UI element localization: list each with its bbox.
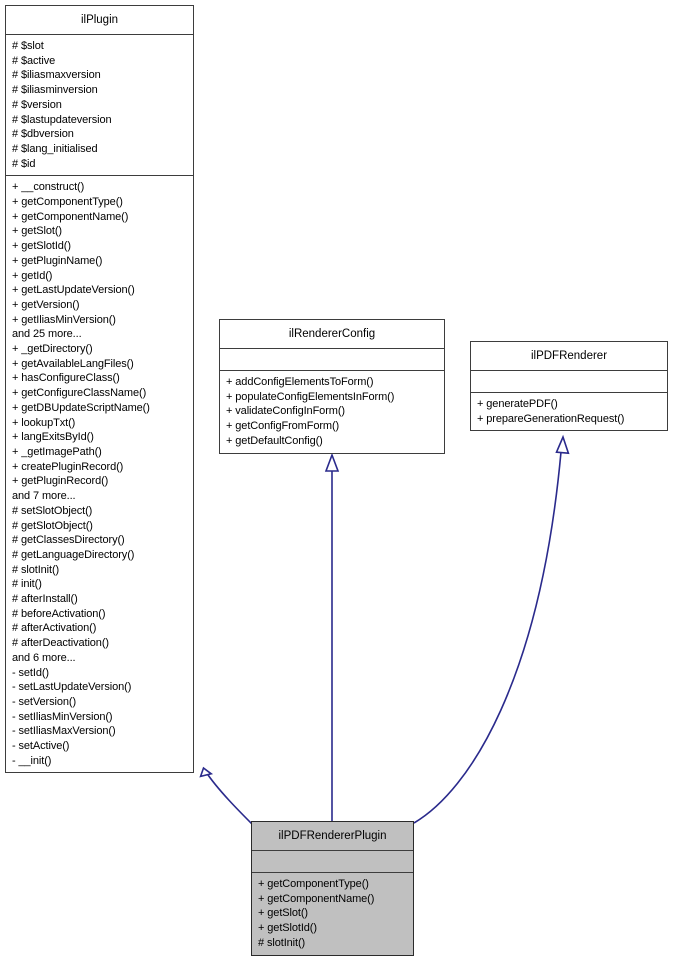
operation-row: + getDBUpdateScriptName() bbox=[12, 401, 150, 414]
operation-row: # slotInit() bbox=[12, 563, 60, 576]
attribute-row: # $iliasminversion bbox=[12, 84, 98, 97]
operation-row: - setVersion() bbox=[12, 695, 77, 708]
operation-row: + validateConfigInForm() bbox=[226, 405, 345, 418]
operations-compartment-ilplugin: + __construct() + getComponentType() + g… bbox=[6, 176, 193, 772]
operation-row: # setSlotObject() bbox=[12, 504, 93, 517]
operation-row: # getSlotObject() bbox=[12, 519, 93, 532]
edge-plugin-to-ilrendererconfig bbox=[324, 452, 340, 822]
more-operations-label: and 25 more... bbox=[12, 328, 82, 341]
operation-row: + getConfigureClassName() bbox=[12, 387, 147, 400]
operation-row: - setActive() bbox=[12, 740, 70, 753]
class-name-ilrendererconfig: ilRendererConfig bbox=[220, 320, 444, 349]
operation-row: + hasConfigureClass() bbox=[12, 372, 120, 385]
attributes-compartment-ilpdfrenderer bbox=[471, 371, 667, 393]
operation-row: # getLanguageDirectory() bbox=[12, 548, 135, 561]
operation-row: + getComponentName() bbox=[12, 210, 129, 223]
operations-compartment-ilpdfrendererplugin: + getComponentType() + getComponentName(… bbox=[252, 873, 413, 955]
attribute-row: # $lastupdateversion bbox=[12, 113, 112, 126]
attribute-row: # $id bbox=[12, 157, 36, 170]
operation-row: + getDefaultConfig() bbox=[226, 434, 323, 447]
operation-row: + lookupTxt() bbox=[12, 416, 76, 429]
operation-row: # afterActivation() bbox=[12, 622, 97, 635]
class-name-ilplugin: ilPlugin bbox=[6, 6, 193, 35]
more-operations-label: and 6 more... bbox=[12, 651, 76, 664]
operations-compartment-ilrendererconfig: + addConfigElementsToForm() + populateCo… bbox=[220, 371, 444, 453]
operation-row: + addConfigElementsToForm() bbox=[226, 376, 374, 388]
operation-row: - setLastUpdateVersion() bbox=[12, 681, 132, 694]
more-operations-label: and 7 more... bbox=[12, 490, 76, 503]
operation-row: + getConfigFromForm() bbox=[226, 420, 340, 433]
operation-row: + createPluginRecord() bbox=[12, 460, 124, 473]
class-diagram-canvas: ilPlugin # $slot # $active # $iliasmaxve… bbox=[0, 0, 673, 961]
operation-row: + __construct() bbox=[12, 181, 85, 194]
operation-row: + getComponentType() bbox=[12, 196, 123, 209]
operation-row: + _getDirectory() bbox=[12, 343, 93, 356]
operation-row: - __init() bbox=[12, 754, 52, 767]
attribute-row: # $dbversion bbox=[12, 128, 74, 141]
operation-row: # slotInit() bbox=[258, 936, 306, 949]
operation-row: + getSlotId() bbox=[12, 240, 71, 253]
operation-row: + getPluginRecord() bbox=[12, 475, 109, 488]
attribute-row: # $active bbox=[12, 54, 56, 67]
operation-row: + getSlot() bbox=[12, 225, 62, 238]
attribute-row: # $iliasmaxversion bbox=[12, 69, 101, 82]
operation-row: + populateConfigElementsInForm() bbox=[226, 390, 395, 403]
class-name-ilpdfrendererplugin: ilPDFRendererPlugin bbox=[252, 822, 413, 851]
operation-row: + _getImagePath() bbox=[12, 445, 102, 458]
class-box-ilpdfrenderer[interactable]: ilPDFRenderer + generatePDF() + prepareG… bbox=[470, 341, 668, 432]
attribute-row: # $slot bbox=[12, 40, 44, 52]
attribute-row: # $lang_initialised bbox=[12, 142, 98, 155]
operation-row: + getSlot() bbox=[258, 907, 308, 920]
operation-row: + getVersion() bbox=[12, 298, 80, 311]
class-box-ilrendererconfig[interactable]: ilRendererConfig + addConfigElementsToFo… bbox=[219, 319, 445, 454]
operation-row: + getIliasMinVersion() bbox=[12, 313, 116, 326]
class-box-ilplugin[interactable]: ilPlugin # $slot # $active # $iliasmaxve… bbox=[5, 5, 194, 774]
class-name-ilpdfrenderer: ilPDFRenderer bbox=[471, 342, 667, 371]
attribute-row: # $version bbox=[12, 98, 62, 111]
operation-row: + getSlotId() bbox=[258, 922, 317, 935]
operation-row: # afterDeactivation() bbox=[12, 637, 109, 650]
attributes-compartment-ilpdfrendererplugin bbox=[252, 851, 413, 873]
operation-row: + getComponentType() bbox=[258, 878, 369, 890]
operation-row: # init() bbox=[12, 578, 42, 591]
attributes-compartment-ilplugin: # $slot # $active # $iliasmaxversion # $… bbox=[6, 35, 193, 177]
edge-plugin-to-ilpdfrenderer bbox=[413, 434, 570, 824]
attributes-compartment-ilrendererconfig bbox=[220, 349, 444, 371]
operations-compartment-ilpdfrenderer: + generatePDF() + prepareGenerationReque… bbox=[471, 393, 667, 430]
class-box-ilpdfrendererplugin[interactable]: ilPDFRendererPlugin + getComponentType()… bbox=[251, 821, 414, 956]
operation-row: # afterInstall() bbox=[12, 593, 78, 606]
operation-row: + getAvailableLangFiles() bbox=[12, 357, 134, 370]
operation-row: + getPluginName() bbox=[12, 254, 103, 267]
operation-row: + langExitsById() bbox=[12, 431, 94, 444]
operation-row: + prepareGenerationRequest() bbox=[477, 412, 625, 425]
operation-row: # beforeActivation() bbox=[12, 607, 106, 620]
operation-row: # getClassesDirectory() bbox=[12, 534, 125, 547]
operation-row: - setIliasMaxVersion() bbox=[12, 725, 116, 738]
operation-row: + generatePDF() bbox=[477, 398, 558, 410]
operation-row: + getComponentName() bbox=[258, 892, 375, 905]
operation-row: - setId() bbox=[12, 666, 49, 679]
operation-row: + getLastUpdateVersion() bbox=[12, 284, 135, 297]
edge-plugin-to-ilplugin bbox=[199, 766, 253, 825]
operation-row: - setIliasMinVersion() bbox=[12, 710, 113, 723]
operation-row: + getId() bbox=[12, 269, 53, 282]
